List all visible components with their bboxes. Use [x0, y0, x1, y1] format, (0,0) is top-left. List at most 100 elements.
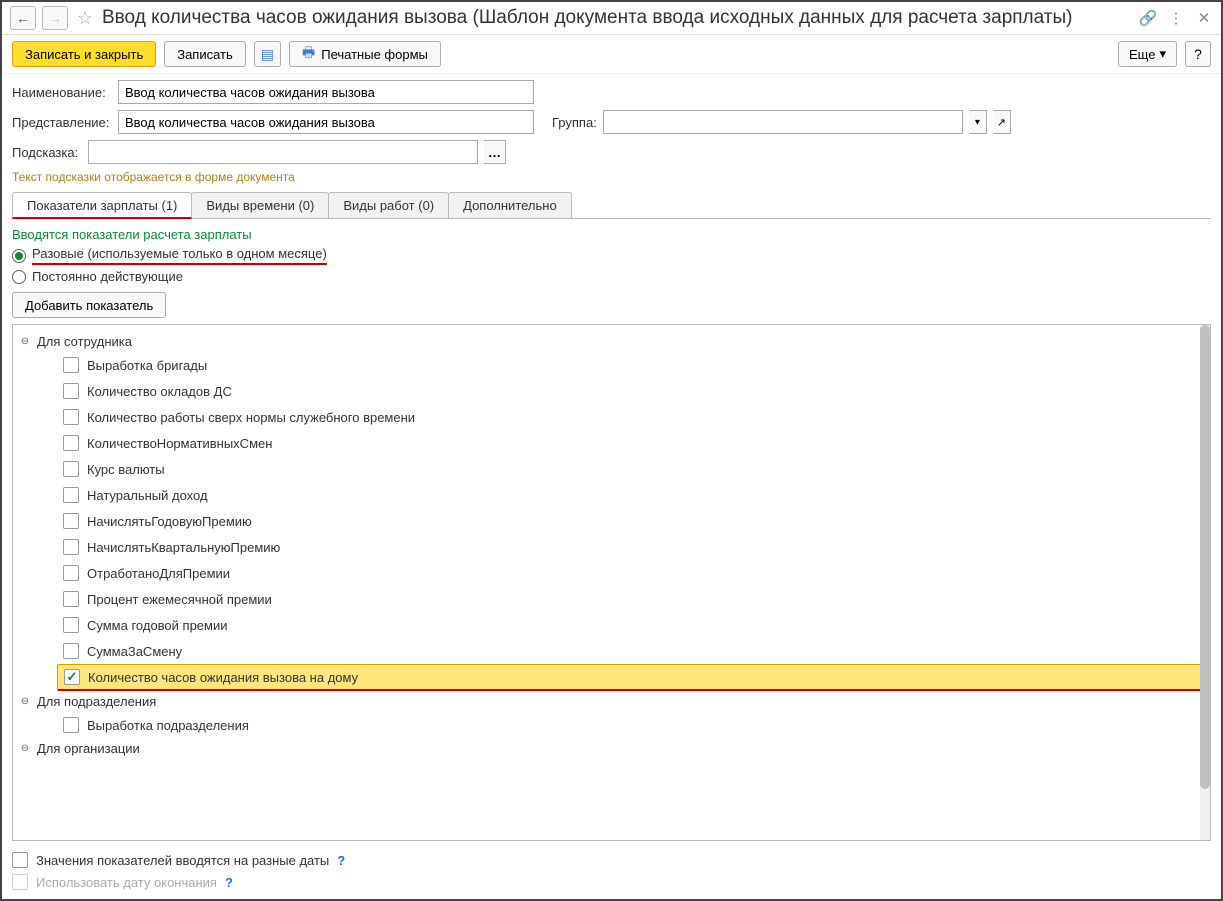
tabs: Показатели зарплаты (1) Виды времени (0)…: [12, 192, 1211, 219]
checkbox[interactable]: [63, 357, 79, 373]
label-group: Группа:: [552, 115, 597, 130]
close-icon[interactable]: ✕: [1195, 9, 1213, 27]
window-title: Ввод количества часов ожидания вызова (Ш…: [102, 7, 1133, 29]
window-root: ← → ☆ Ввод количества часов ожидания выз…: [0, 0, 1223, 901]
tree-item[interactable]: КоличествоНормативныхСмен: [63, 430, 1204, 456]
tab-time-types[interactable]: Виды времени (0): [191, 192, 329, 218]
list-action-button[interactable]: ▤: [254, 41, 281, 67]
input-name[interactable]: [118, 80, 534, 104]
add-indicator-button[interactable]: Добавить показатель: [12, 292, 166, 318]
help-icon[interactable]: ?: [225, 875, 233, 890]
tab-work-types[interactable]: Виды работ (0): [328, 192, 449, 218]
help-button[interactable]: ?: [1185, 41, 1211, 67]
row-representation: Представление: Группа: ▾ ↗: [12, 110, 1211, 134]
save-button[interactable]: Записать: [164, 41, 246, 67]
tree-group-organization[interactable]: ⊖ Для организации: [19, 738, 1204, 759]
tree-item[interactable]: НачислятьГодовуюПремию: [63, 508, 1204, 534]
checkbox[interactable]: [63, 409, 79, 425]
list-icon: ▤: [261, 46, 274, 63]
checkbox[interactable]: [63, 513, 79, 529]
tree-item[interactable]: СуммаЗаСмену: [63, 638, 1204, 664]
checkbox[interactable]: [63, 717, 79, 733]
footer-checks: Значения показателей вводятся на разные …: [12, 849, 1211, 893]
section-indicators-label: Вводятся показатели расчета зарплаты: [12, 227, 1211, 242]
group-open-button[interactable]: ↗: [993, 110, 1011, 134]
tree-item[interactable]: Выработка подразделения: [63, 712, 1204, 738]
tree-item[interactable]: Выработка бригады: [63, 352, 1204, 378]
tree-children-department: Выработка подразделения: [19, 712, 1204, 738]
nav-back-button[interactable]: ←: [10, 6, 36, 30]
checkbox[interactable]: [63, 487, 79, 503]
row-hint: Подсказка: …: [12, 140, 1211, 164]
indicator-tree[interactable]: ⊖ Для сотрудника Выработка бригады Колич…: [12, 324, 1211, 841]
tree-children-employee: Выработка бригады Количество окладов ДС …: [19, 352, 1204, 691]
footer-check-use-end-date: Использовать дату окончания ?: [12, 871, 1211, 893]
scrollbar-track[interactable]: [1200, 325, 1210, 840]
tree-item[interactable]: НачислятьКвартальнуюПремию: [63, 534, 1204, 560]
checkbox[interactable]: [63, 383, 79, 399]
label-name: Наименование:: [12, 85, 112, 100]
print-forms-button[interactable]: 🖶 Печатные формы: [289, 41, 441, 67]
tree-item[interactable]: ОтработаноДляПремии: [63, 560, 1204, 586]
tree-group-department-label: Для подразделения: [37, 694, 156, 709]
more-label: Еще: [1129, 47, 1155, 62]
tree-group-department[interactable]: ⊖ Для подразделения: [19, 691, 1204, 712]
printer-icon: 🖶: [302, 42, 315, 66]
row-name: Наименование:: [12, 80, 1211, 104]
favorite-star-icon[interactable]: ☆: [74, 7, 96, 29]
tree-item[interactable]: Сумма годовой премии: [63, 612, 1204, 638]
radio-permanent[interactable]: [12, 270, 26, 284]
checkbox[interactable]: [63, 617, 79, 633]
tree-group-employee[interactable]: ⊖ Для сотрудника: [19, 331, 1204, 352]
input-group[interactable]: [603, 110, 963, 134]
checkbox[interactable]: [63, 565, 79, 581]
tree-group-organization-label: Для организации: [37, 741, 140, 756]
hint-ellipsis-button[interactable]: …: [484, 140, 506, 164]
radio-row-once[interactable]: Разовые (используемые только в одном мес…: [12, 246, 1211, 265]
checkbox-different-dates[interactable]: [12, 852, 28, 868]
chevron-down-icon: ▾: [1159, 46, 1166, 62]
label-hint: Подсказка:: [12, 145, 82, 160]
titlebar: ← → ☆ Ввод количества часов ожидания выз…: [2, 2, 1221, 35]
tree-item[interactable]: Натуральный доход: [63, 482, 1204, 508]
checkbox[interactable]: [63, 643, 79, 659]
hint-help-text: Текст подсказки отображается в форме док…: [12, 170, 1211, 184]
tree-item[interactable]: Курс валюты: [63, 456, 1204, 482]
more-button[interactable]: Еще ▾: [1118, 41, 1177, 67]
radio-once-label: Разовые (используемые только в одном мес…: [32, 246, 327, 265]
scrollbar-thumb[interactable]: [1200, 325, 1210, 789]
input-representation[interactable]: [118, 110, 534, 134]
checkbox-checked[interactable]: ✓: [64, 669, 80, 685]
radio-once[interactable]: [12, 249, 26, 263]
toolbar: Записать и закрыть Записать ▤ 🖶 Печатные…: [2, 35, 1221, 74]
tree-toggle-icon[interactable]: ⊖: [19, 743, 31, 755]
kebab-menu-icon[interactable]: ⋮: [1167, 9, 1185, 27]
group-dropdown-button[interactable]: ▾: [969, 110, 987, 134]
tree-item[interactable]: Процент ежемесячной премии: [63, 586, 1204, 612]
footer-check-different-dates[interactable]: Значения показателей вводятся на разные …: [12, 849, 1211, 871]
tree-group-employee-label: Для сотрудника: [37, 334, 132, 349]
tree-toggle-icon[interactable]: ⊖: [19, 336, 31, 348]
label-different-dates: Значения показателей вводятся на разные …: [36, 853, 329, 868]
label-representation: Представление:: [12, 115, 112, 130]
tree-item-hours-waiting[interactable]: ✓ Количество часов ожидания вызова на до…: [57, 664, 1204, 691]
radio-permanent-label: Постоянно действующие: [32, 269, 183, 284]
link-icon[interactable]: 🔗: [1139, 9, 1157, 27]
tree-toggle-icon[interactable]: ⊖: [19, 696, 31, 708]
help-icon[interactable]: ?: [337, 853, 345, 868]
radio-row-permanent[interactable]: Постоянно действующие: [12, 269, 1211, 284]
input-hint[interactable]: [88, 140, 478, 164]
save-and-close-button[interactable]: Записать и закрыть: [12, 41, 156, 67]
checkbox[interactable]: [63, 435, 79, 451]
checkbox[interactable]: [63, 591, 79, 607]
nav-forward-button[interactable]: →: [42, 6, 68, 30]
tree-item[interactable]: Количество работы сверх нормы служебного…: [63, 404, 1204, 430]
checkbox[interactable]: [63, 539, 79, 555]
tab-salary-indicators[interactable]: Показатели зарплаты (1): [12, 192, 192, 219]
titlebar-icons: 🔗 ⋮ ✕: [1139, 9, 1213, 27]
checkbox-use-end-date: [12, 874, 28, 890]
label-use-end-date: Использовать дату окончания: [36, 875, 217, 890]
checkbox[interactable]: [63, 461, 79, 477]
tree-item[interactable]: Количество окладов ДС: [63, 378, 1204, 404]
tab-additional[interactable]: Дополнительно: [448, 192, 572, 218]
